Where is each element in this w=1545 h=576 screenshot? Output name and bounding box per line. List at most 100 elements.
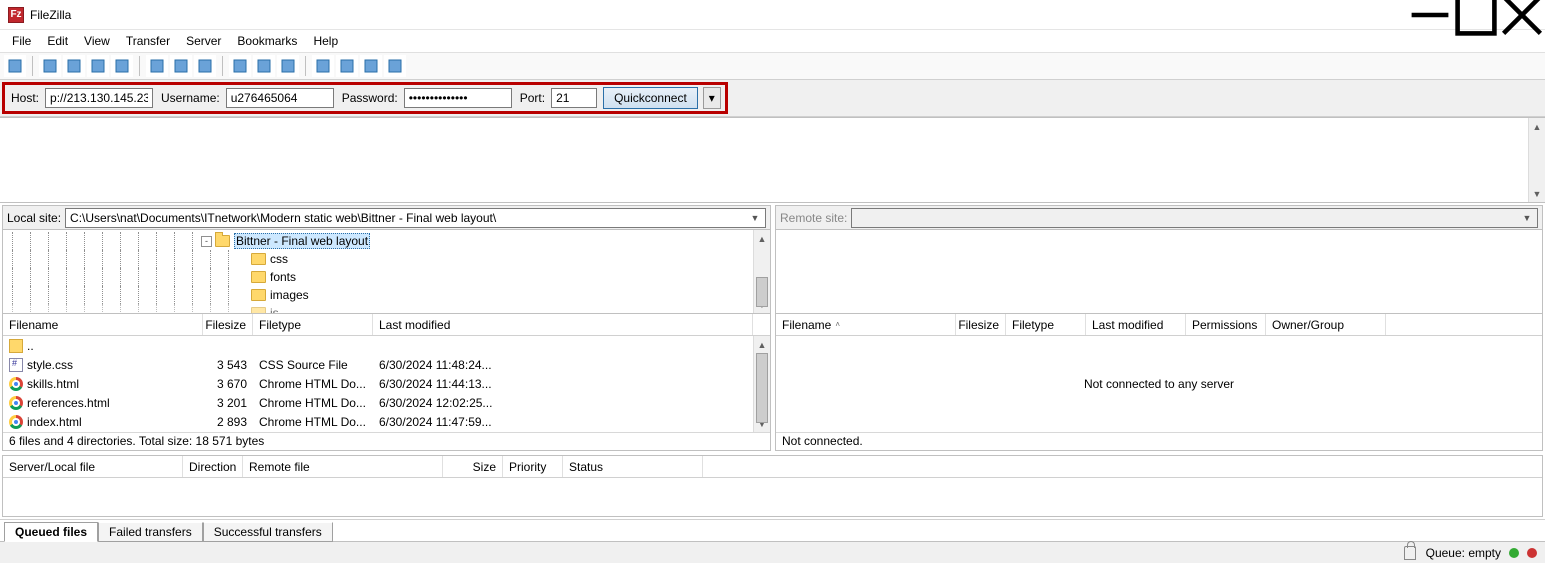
queue-tab[interactable]: Successful transfers xyxy=(203,522,333,542)
quickconnect-button[interactable]: Quickconnect xyxy=(603,87,698,109)
local-tree-area: -Bittner - Final web layoutcssfontsimage… xyxy=(3,230,770,314)
column-header[interactable]: Filename xyxy=(3,314,203,335)
file-row[interactable]: .. xyxy=(3,336,753,355)
menu-transfer[interactable]: Transfer xyxy=(118,32,178,50)
disconnect-icon[interactable] xyxy=(229,55,251,77)
column-header[interactable]: Priority xyxy=(503,456,563,477)
file-row[interactable]: index.html2 893Chrome HTML Do...6/30/202… xyxy=(3,412,753,431)
local-tree-scrollbar[interactable]: ▲ ▼ xyxy=(753,230,770,313)
file-size: 2 893 xyxy=(203,415,253,429)
file-name: skills.html xyxy=(27,377,79,391)
column-header-label: Priority xyxy=(509,460,546,474)
tree-item[interactable]: fonts xyxy=(3,268,753,286)
message-log-content[interactable] xyxy=(0,118,1528,202)
filter-icon[interactable] xyxy=(277,55,299,77)
queue-tab[interactable]: Failed transfers xyxy=(98,522,203,542)
tree-expander-icon[interactable]: - xyxy=(201,236,212,247)
process-queue-icon[interactable] xyxy=(170,55,192,77)
menu-edit[interactable]: Edit xyxy=(39,32,76,50)
port-label: Port: xyxy=(520,91,545,105)
quickconnect-dropdown[interactable]: ▾ xyxy=(703,87,721,109)
column-header-label: Filename xyxy=(782,318,831,332)
column-header[interactable]: Permissions xyxy=(1186,314,1266,335)
tree-item[interactable]: is xyxy=(3,304,753,313)
menu-file[interactable]: File xyxy=(4,32,39,50)
local-list-rows[interactable]: .. style.css3 543CSS Source File6/30/2024… xyxy=(3,336,753,432)
folder-icon xyxy=(251,271,266,283)
log-scrollbar[interactable]: ▲ ▼ xyxy=(1528,118,1545,202)
remote-tree[interactable] xyxy=(776,230,1542,313)
queue-body[interactable] xyxy=(3,478,1542,516)
reconnect-icon[interactable] xyxy=(253,55,275,77)
local-file-list: FilenameFilesizeFiletypeLast modified ..… xyxy=(3,314,770,432)
close-button[interactable] xyxy=(1499,0,1545,30)
host-input[interactable] xyxy=(45,88,153,108)
column-header-label: Owner/Group xyxy=(1272,318,1344,332)
column-header[interactable]: Last modified xyxy=(1086,314,1186,335)
menu-server[interactable]: Server xyxy=(178,32,229,50)
compare-icon[interactable] xyxy=(312,55,334,77)
column-header[interactable]: Filename˄ xyxy=(776,314,956,335)
minimize-button[interactable] xyxy=(1407,0,1453,30)
tree-item[interactable]: images xyxy=(3,286,753,304)
local-path-combo[interactable]: C:\Users\nat\Documents\ITnetwork\Modern … xyxy=(65,208,766,228)
remote-tree-area xyxy=(776,230,1542,314)
toggle-local-tree-icon[interactable] xyxy=(63,55,85,77)
file-row[interactable]: style.css3 543CSS Source File6/30/2024 1… xyxy=(3,355,753,374)
tree-item[interactable]: -Bittner - Final web layout xyxy=(3,232,753,250)
queue-tab[interactable]: Queued files xyxy=(4,522,98,542)
search-icon[interactable] xyxy=(336,55,358,77)
chevron-down-icon[interactable]: ▼ xyxy=(747,213,763,223)
host-label: Host: xyxy=(11,91,39,105)
column-header[interactable]: Last modified xyxy=(373,314,753,335)
scroll-down-icon[interactable]: ▼ xyxy=(1529,185,1545,202)
file-name: .. xyxy=(27,339,34,353)
username-input[interactable] xyxy=(226,88,334,108)
menu-help[interactable]: Help xyxy=(305,32,346,50)
column-header[interactable]: Filesize xyxy=(203,314,253,335)
app-logo-icon: Fz xyxy=(8,7,24,23)
toggle-log-icon[interactable] xyxy=(39,55,61,77)
sync-browse-icon[interactable] xyxy=(360,55,382,77)
maximize-button[interactable] xyxy=(1453,0,1499,30)
tree-item[interactable]: css xyxy=(3,250,753,268)
column-header-label: Direction xyxy=(189,460,236,474)
column-header[interactable]: Status xyxy=(563,456,703,477)
local-list-scrollbar[interactable]: ▲ ▼ xyxy=(753,336,770,432)
local-site-bar: Local site: C:\Users\nat\Documents\ITnet… xyxy=(3,206,770,230)
column-header[interactable]: Remote file xyxy=(243,456,443,477)
chevron-down-icon[interactable]: ▼ xyxy=(1519,213,1535,223)
toggle-remote-tree-icon[interactable] xyxy=(87,55,109,77)
column-header[interactable]: Filetype xyxy=(1006,314,1086,335)
password-input[interactable] xyxy=(404,88,512,108)
remote-path-combo[interactable]: ▼ xyxy=(851,208,1538,228)
local-tree[interactable]: -Bittner - Final web layoutcssfontsimage… xyxy=(3,230,753,313)
username-label: Username: xyxy=(161,91,220,105)
toggle-queue-icon[interactable] xyxy=(111,55,133,77)
column-header[interactable]: Server/Local file xyxy=(3,456,183,477)
remote-file-list: Filename˄FilesizeFiletypeLast modifiedPe… xyxy=(776,314,1542,432)
password-label: Password: xyxy=(342,91,398,105)
site-manager-icon[interactable] xyxy=(4,55,26,77)
column-header[interactable]: Filetype xyxy=(253,314,373,335)
column-header[interactable]: Owner/Group xyxy=(1266,314,1386,335)
column-header[interactable]: Direction xyxy=(183,456,243,477)
folder-icon xyxy=(251,253,266,265)
remote-status-line: Not connected. xyxy=(776,432,1542,450)
column-header[interactable]: Size xyxy=(443,456,503,477)
file-row[interactable]: contact.html2 763Chrome HTML Do...6/30/2… xyxy=(3,431,753,432)
file-row[interactable]: skills.html3 670Chrome HTML Do...6/30/20… xyxy=(3,374,753,393)
local-list-header: FilenameFilesizeFiletypeLast modified xyxy=(3,314,770,336)
status-bar: Queue: empty xyxy=(0,541,1545,563)
port-input[interactable] xyxy=(551,88,597,108)
remote-list-header: Filename˄FilesizeFiletypeLast modifiedPe… xyxy=(776,314,1542,336)
activity-led-red-icon xyxy=(1527,548,1537,558)
file-row[interactable]: references.html3 201Chrome HTML Do...6/3… xyxy=(3,393,753,412)
scroll-up-icon[interactable]: ▲ xyxy=(1529,118,1545,135)
refresh-icon[interactable] xyxy=(146,55,168,77)
menu-bookmarks[interactable]: Bookmarks xyxy=(229,32,305,50)
menu-view[interactable]: View xyxy=(76,32,118,50)
column-header[interactable]: Filesize xyxy=(956,314,1006,335)
find-icon[interactable] xyxy=(384,55,406,77)
cancel-icon[interactable] xyxy=(194,55,216,77)
